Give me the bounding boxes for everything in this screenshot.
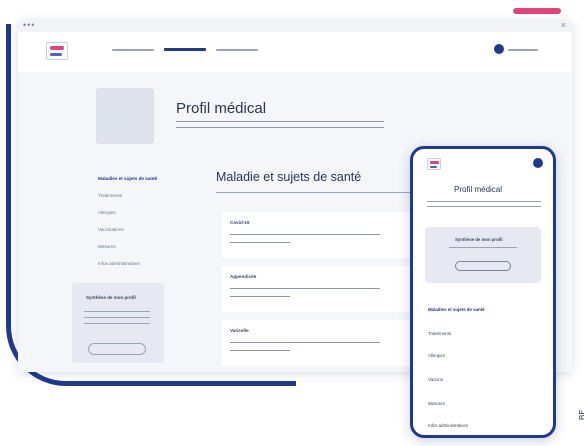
phone-title-line — [427, 201, 541, 202]
card-line — [230, 342, 380, 343]
card-line — [230, 234, 380, 235]
card-line — [230, 242, 290, 243]
phone-title-line — [427, 206, 541, 207]
health-topic-card[interactable]: Varicelle — [222, 320, 422, 366]
nav-link-3[interactable] — [216, 49, 258, 51]
summary-card-title: Synthèse de mon profil — [86, 295, 136, 300]
sidebar-item-traitements[interactable]: Traitements — [98, 193, 122, 198]
profile-avatar — [96, 88, 154, 144]
phone-user-avatar-icon[interactable] — [533, 158, 543, 168]
phone-summary-title: Synthèse de mon profil — [455, 237, 503, 242]
card-label: Covid-19 — [230, 220, 250, 225]
sidebar-item-allergies[interactable]: Allergies — [98, 210, 116, 215]
summary-line — [84, 323, 150, 324]
sidebar-item-mesures[interactable]: Mesures — [98, 244, 116, 249]
phone-item-vaccins[interactable]: Vaccins — [428, 377, 443, 382]
card-label: Appendicite — [230, 274, 257, 279]
card-line — [230, 288, 380, 289]
nav-link-2-active[interactable] — [164, 48, 206, 51]
summary-line — [84, 311, 150, 312]
app-logo[interactable] — [46, 42, 68, 60]
title-underline-2 — [176, 127, 384, 128]
summary-button[interactable] — [88, 343, 146, 355]
page-title: Profil médical — [176, 100, 267, 117]
close-icon[interactable]: × — [561, 20, 566, 30]
phone-mockup: Profil médical Synthèse de mon profil Ma… — [410, 146, 556, 438]
summary-card: Synthèse de mon profil — [72, 283, 164, 363]
user-menu-label[interactable] — [508, 49, 538, 51]
section-underline — [216, 192, 412, 193]
edge-text: BE — [578, 409, 584, 420]
section-title: Maladie et sujets de santé — [216, 170, 362, 184]
user-avatar-icon[interactable] — [494, 44, 504, 54]
phone-item-infos[interactable]: Infos administratives — [428, 423, 468, 428]
sidebar-item-infos[interactable]: Infos administratives — [98, 261, 140, 266]
summary-line — [84, 317, 150, 318]
health-topic-card[interactable]: Appendicite — [222, 266, 422, 312]
sidebar-item-maladies[interactable]: Maladies et sujets de santé — [98, 176, 157, 181]
phone-app-logo[interactable] — [427, 158, 441, 170]
phone-summary-button[interactable] — [455, 261, 511, 271]
nav-link-1[interactable] — [112, 49, 154, 51]
pink-accent-bar — [513, 8, 561, 14]
phone-item-traitements[interactable]: Traitements — [428, 331, 451, 336]
title-underline — [176, 121, 384, 122]
health-topic-card[interactable]: Covid-19 — [222, 212, 422, 258]
phone-item-maladies[interactable]: Maladies et sujets de santé — [428, 307, 485, 312]
phone-summary-line — [449, 247, 517, 248]
phone-item-mesures[interactable]: Mesures — [428, 401, 445, 406]
phone-summary-card: Synthèse de mon profil — [425, 227, 541, 283]
phone-page-title: Profil médical — [454, 185, 503, 194]
card-label: Varicelle — [230, 328, 249, 333]
window-controls-icon[interactable]: ••• — [23, 21, 35, 30]
phone-item-allergies[interactable]: Allergies — [428, 353, 445, 358]
window-titlebar: ••• × — [18, 20, 572, 32]
sidebar-item-vaccinations[interactable]: Vaccinations — [98, 227, 124, 232]
card-line — [230, 296, 290, 297]
card-line — [230, 350, 290, 351]
